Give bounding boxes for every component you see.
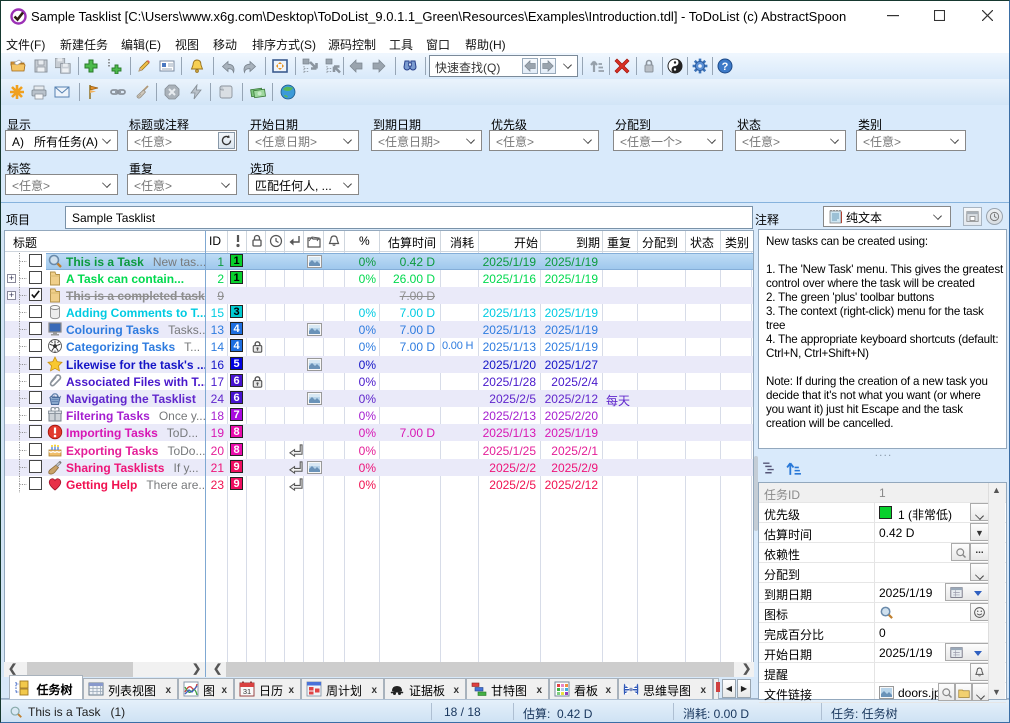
svg-text:?: ? (722, 61, 729, 73)
svg-text:31: 31 (243, 687, 251, 696)
